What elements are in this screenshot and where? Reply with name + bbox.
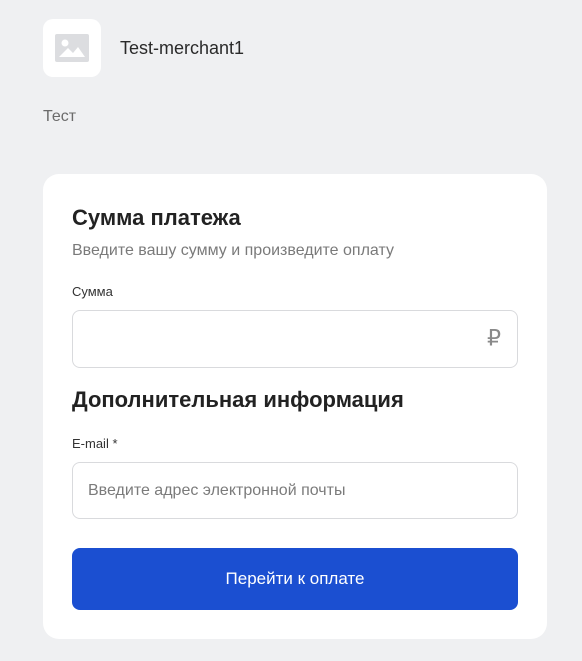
ruble-icon: ₽ [487,326,501,352]
merchant-description: Тест [43,108,77,125]
merchant-name: Test-merchant1 [120,37,245,58]
pay-button[interactable]: Перейти к оплате [72,548,518,610]
merchant-header: Test-merchant1 [43,19,244,77]
merchant-logo [43,19,101,77]
email-field[interactable]: Введите адрес электронной почты [72,462,518,519]
payment-title: Сумма платежа [72,205,241,230]
payment-card: Сумма платежа Введите вашу сумму и произ… [43,174,547,639]
extra-info-title: Дополнительная информация [72,387,404,412]
email-placeholder: Введите адрес электронной почты [88,481,346,499]
amount-label: Сумма [72,284,113,299]
image-placeholder-icon [55,34,89,62]
email-label: E-mail * [72,436,118,451]
amount-input[interactable]: ₽ [72,310,518,368]
payment-subtitle: Введите вашу сумму и произведите оплату [72,242,394,259]
